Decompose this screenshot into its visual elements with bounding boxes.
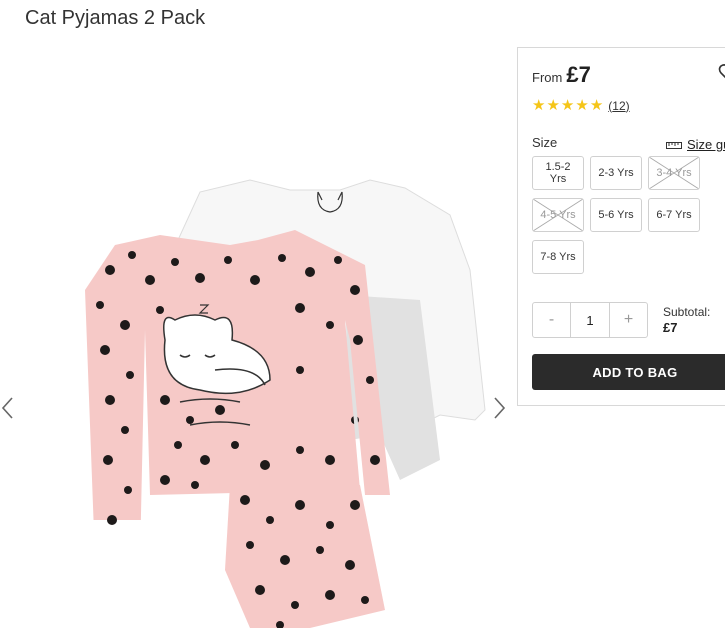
quantity-increment-button[interactable]: + [610, 303, 647, 337]
next-image-arrow-icon[interactable] [491, 396, 507, 420]
price-from-label: From [532, 70, 563, 85]
size-option-label: 6-7 Yrs [656, 209, 692, 221]
size-option-label: 4-5 Yrs [540, 209, 576, 221]
size-option[interactable]: 6-7 Yrs [648, 198, 700, 232]
product-image [85, 179, 486, 628]
star-icon: ★ [532, 97, 546, 114]
size-option[interactable]: 5-6 Yrs [590, 198, 642, 232]
size-option-label: 5-6 Yrs [598, 209, 634, 221]
size-option-unavailable[interactable]: 4-5 Yrs [532, 198, 584, 232]
size-label: Size [532, 135, 558, 150]
review-count-link[interactable]: (12) [608, 99, 629, 113]
subtotal-value: £7 [663, 320, 678, 335]
previous-image-arrow-icon[interactable] [0, 396, 16, 420]
add-to-bag-button[interactable]: ADD TO BAG [532, 354, 725, 390]
size-option[interactable]: 1.5-2 Yrs [532, 156, 584, 190]
size-option[interactable]: 7-8 Yrs [532, 240, 584, 274]
size-option-label: 2-3 Yrs [598, 167, 634, 179]
wishlist-heart-icon[interactable] [718, 62, 725, 84]
subtotal-label: Subtotal: [663, 305, 711, 319]
quantity-input[interactable] [570, 303, 610, 337]
product-title: Cat Pyjamas 2 Pack [25, 7, 206, 29]
ruler-icon [666, 141, 682, 149]
star-icon: ★ [560, 97, 575, 114]
review-count: 12 [612, 98, 626, 113]
star-icon: ★ [546, 97, 560, 114]
purchase-panel: From £7 ★ ★ ★ ★ ★ (12) Size Size gu 1.5-… [517, 47, 725, 406]
rating-stars: ★ ★ ★ ★ ★ (12) [532, 98, 630, 113]
quantity-stepper: - + [532, 302, 648, 338]
size-option[interactable]: 2-3 Yrs [590, 156, 642, 190]
size-option-label: 7-8 Yrs [540, 251, 576, 263]
star-icon: ★ [589, 97, 604, 114]
size-option-unavailable[interactable]: 3-4 Yrs [648, 156, 700, 190]
size-option-label: 1.5-2 Yrs [545, 161, 571, 185]
product-gallery [0, 40, 515, 628]
price-amount: £7 [566, 62, 591, 87]
quantity-decrement-button[interactable]: - [533, 303, 570, 337]
size-option-label: 3-4 Yrs [656, 167, 692, 179]
price-row: From £7 [532, 62, 591, 88]
size-guide-label: Size gu [687, 137, 725, 152]
star-icon: ★ [575, 97, 589, 114]
subtotal: Subtotal: £7 [663, 304, 710, 336]
size-guide-link[interactable]: Size gu [666, 137, 725, 152]
